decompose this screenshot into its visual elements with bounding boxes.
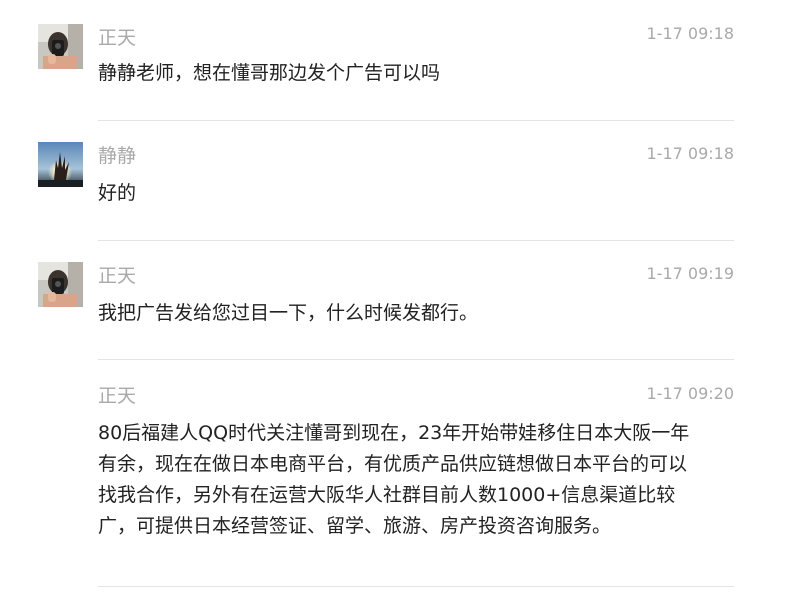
- message-divider: [98, 359, 734, 360]
- sender-name[interactable]: 正天: [98, 26, 136, 50]
- message-text: 80后福建人QQ时代关注懂哥到现在，23年开始带娃移住日本大阪一年有余，现在在做…: [98, 422, 690, 537]
- message-divider: [98, 240, 734, 241]
- message-time: 1-17 09:20: [646, 384, 734, 403]
- message-text: 好的: [98, 182, 137, 204]
- sunset-hand-photo-icon: [38, 142, 83, 187]
- sender-name[interactable]: 静静: [98, 144, 136, 168]
- chat-message-list: 正天 1-17 09:18 静静老师，想在懂哥那边发个广告可以吗 静静 1-17…: [0, 0, 802, 603]
- message-time: 1-17 09:18: [646, 144, 734, 163]
- message-text: 我把广告发给您过目一下，什么时候发都行。: [98, 302, 479, 324]
- message-text: 静静老师，想在懂哥那边发个广告可以吗: [98, 62, 441, 84]
- sender-name[interactable]: 正天: [98, 264, 136, 288]
- user-photo-icon: [38, 24, 83, 69]
- user-photo-icon: [38, 262, 83, 307]
- sender-name[interactable]: 正天: [98, 384, 136, 408]
- message-time: 1-17 09:18: [646, 24, 734, 43]
- avatar[interactable]: [38, 142, 83, 187]
- message-divider: [98, 120, 734, 121]
- avatar[interactable]: [38, 24, 83, 69]
- avatar[interactable]: [38, 262, 83, 307]
- message-divider: [98, 586, 734, 587]
- message-time: 1-17 09:19: [646, 264, 734, 283]
